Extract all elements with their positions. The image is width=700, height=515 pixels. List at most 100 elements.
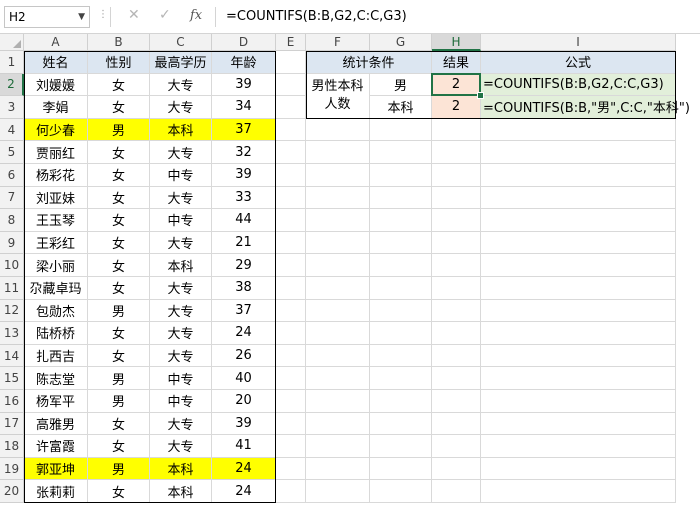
- cell[interactable]: [276, 322, 306, 345]
- table-cell[interactable]: 24: [212, 457, 276, 481]
- chevron-down-icon[interactable]: ▼: [78, 7, 85, 27]
- cell[interactable]: [432, 209, 481, 232]
- cell-i3[interactable]: =COUNTIFS(B:B,"男",C:C,"本科"): [481, 96, 690, 119]
- row-header-15[interactable]: 15: [0, 367, 24, 390]
- cell[interactable]: [306, 435, 370, 458]
- stats-header-result[interactable]: 结果: [432, 51, 481, 74]
- table-cell[interactable]: 33: [212, 186, 276, 210]
- table-cell[interactable]: 男: [88, 390, 150, 413]
- table-cell[interactable]: 中专: [150, 390, 212, 413]
- table-cell[interactable]: 中专: [150, 164, 212, 187]
- table-cell[interactable]: 刘亚妹: [24, 186, 88, 210]
- cell[interactable]: [481, 412, 676, 436]
- more-options-icon[interactable]: ⋮: [98, 9, 108, 20]
- cell[interactable]: [481, 322, 676, 345]
- column-header-b[interactable]: B: [88, 34, 150, 51]
- table-cell[interactable]: 女: [88, 344, 150, 368]
- table-cell[interactable]: 杨彩花: [24, 164, 88, 187]
- cell[interactable]: [481, 164, 676, 187]
- table-cell[interactable]: 24: [212, 480, 276, 503]
- table-cell[interactable]: 38: [212, 277, 276, 300]
- table-cell[interactable]: 大专: [150, 186, 212, 210]
- cell[interactable]: [481, 254, 676, 277]
- row-header-3[interactable]: 3: [0, 96, 24, 119]
- table-cell[interactable]: 女: [88, 412, 150, 436]
- table-cell[interactable]: 男: [88, 457, 150, 481]
- table-cell[interactable]: 郭亚坤: [24, 457, 88, 481]
- select-all-corner[interactable]: [0, 34, 24, 51]
- cell[interactable]: [432, 435, 481, 458]
- cell[interactable]: [370, 231, 432, 255]
- table-cell[interactable]: 大专: [150, 435, 212, 458]
- table-cell[interactable]: 扎西吉: [24, 344, 88, 368]
- table-cell[interactable]: 女: [88, 231, 150, 255]
- table-cell[interactable]: 中专: [150, 209, 212, 232]
- formula-input[interactable]: =COUNTIFS(B:B,G2,C:C,G3): [226, 9, 407, 24]
- cell[interactable]: [276, 254, 306, 277]
- table-cell[interactable]: 39: [212, 412, 276, 436]
- cell[interactable]: [276, 141, 306, 164]
- table-cell[interactable]: 杨军平: [24, 390, 88, 413]
- cell[interactable]: [432, 412, 481, 436]
- cell[interactable]: [481, 231, 676, 255]
- table-cell[interactable]: 女: [88, 435, 150, 458]
- table-cell[interactable]: 李娟: [24, 96, 88, 119]
- table-cell[interactable]: 女: [88, 254, 150, 277]
- row-header-5[interactable]: 5: [0, 141, 24, 164]
- table-cell[interactable]: 大专: [150, 299, 212, 323]
- cell[interactable]: [432, 390, 481, 413]
- cell[interactable]: [370, 322, 432, 345]
- cell[interactable]: [306, 344, 370, 368]
- table-cell[interactable]: 大专: [150, 277, 212, 300]
- table-header-cell[interactable]: 年龄: [212, 51, 276, 74]
- cell[interactable]: [481, 186, 676, 210]
- table-cell[interactable]: 女: [88, 141, 150, 164]
- row-header-7[interactable]: 7: [0, 186, 24, 210]
- check-icon[interactable]: ✓: [159, 7, 171, 23]
- cell[interactable]: [306, 141, 370, 164]
- cell[interactable]: [481, 435, 676, 458]
- table-cell[interactable]: 21: [212, 231, 276, 255]
- table-cell[interactable]: 大专: [150, 96, 212, 119]
- table-cell[interactable]: 女: [88, 277, 150, 300]
- cell[interactable]: [306, 277, 370, 300]
- cell[interactable]: [306, 412, 370, 436]
- row-header-2[interactable]: 2: [0, 73, 24, 97]
- row-header-17[interactable]: 17: [0, 412, 24, 436]
- table-cell[interactable]: 20: [212, 390, 276, 413]
- cell[interactable]: [276, 344, 306, 368]
- stats-header-formula[interactable]: 公式: [481, 51, 676, 74]
- cell-g3[interactable]: 本科: [370, 96, 432, 119]
- cell[interactable]: [481, 118, 676, 142]
- cell[interactable]: [306, 164, 370, 187]
- cell[interactable]: [306, 390, 370, 413]
- table-cell[interactable]: 女: [88, 164, 150, 187]
- cell[interactable]: [481, 209, 676, 232]
- cell[interactable]: [481, 344, 676, 368]
- cell[interactable]: [370, 457, 432, 481]
- row-header-4[interactable]: 4: [0, 118, 24, 142]
- cell[interactable]: [370, 209, 432, 232]
- row-header-9[interactable]: 9: [0, 231, 24, 255]
- cell[interactable]: [481, 457, 676, 481]
- table-cell[interactable]: 32: [212, 141, 276, 164]
- cell[interactable]: [276, 435, 306, 458]
- cell[interactable]: [306, 118, 370, 142]
- row-header-14[interactable]: 14: [0, 344, 24, 368]
- row-header-20[interactable]: 20: [0, 480, 24, 503]
- table-cell[interactable]: 王玉琴: [24, 209, 88, 232]
- table-cell[interactable]: 34: [212, 96, 276, 119]
- cell[interactable]: [370, 164, 432, 187]
- cell[interactable]: [370, 254, 432, 277]
- table-cell[interactable]: 大专: [150, 344, 212, 368]
- row-header-13[interactable]: 13: [0, 322, 24, 345]
- cell[interactable]: [370, 367, 432, 390]
- table-cell[interactable]: 29: [212, 254, 276, 277]
- column-header-c[interactable]: C: [150, 34, 212, 51]
- cell[interactable]: [276, 299, 306, 323]
- table-cell[interactable]: 女: [88, 96, 150, 119]
- row-header-12[interactable]: 12: [0, 299, 24, 323]
- cell[interactable]: [276, 73, 306, 97]
- cell[interactable]: [276, 367, 306, 390]
- cell[interactable]: [276, 277, 306, 300]
